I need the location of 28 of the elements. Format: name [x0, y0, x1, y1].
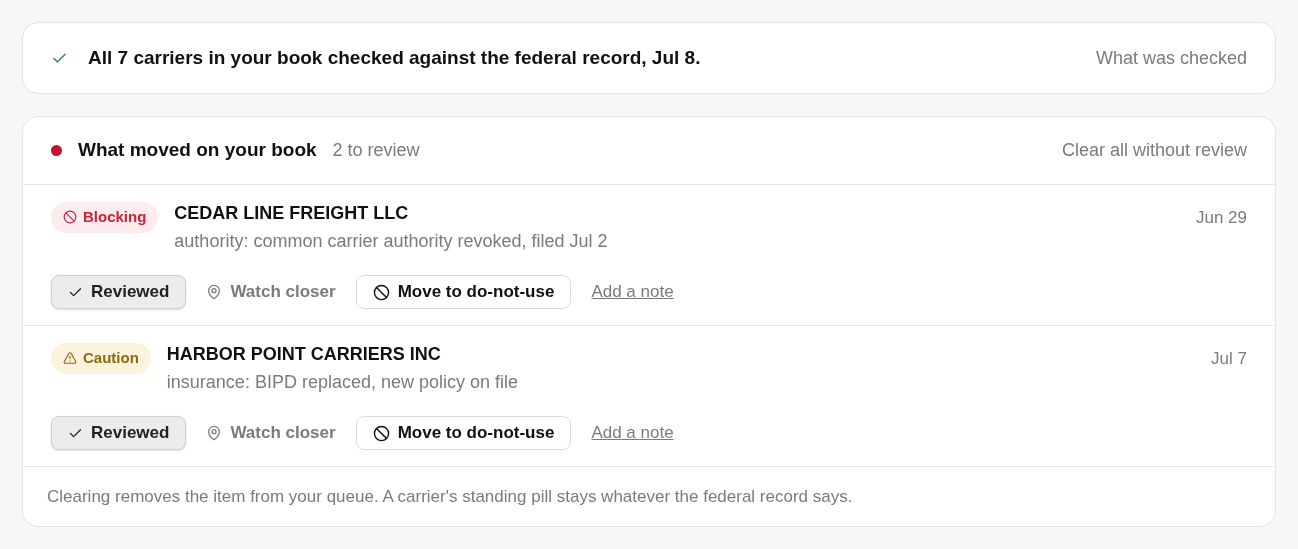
reviewed-button[interactable]: Reviewed [51, 416, 187, 450]
change-detail: authority: common carrier authority revoked, filed Jul 2 [174, 230, 609, 253]
section-title: What moved on your book [78, 138, 317, 163]
carrier-name: HARBOR POINT CARRIERS INC [166, 343, 442, 366]
review-count: 2 to review [332, 139, 420, 162]
severity-badge: Blocking [51, 202, 159, 233]
what-was-checked-link[interactable]: What was checked [1095, 44, 1247, 72]
add-note-link[interactable]: Add a note [591, 279, 674, 305]
watch-closer-button[interactable]: Watch closer [206, 420, 336, 446]
warning-icon [63, 351, 77, 366]
footer-note: Clearing removes the item from your queue. A carrier's standing pill stays whatever the federal record says. [47, 485, 853, 508]
no-entry-icon [372, 424, 390, 442]
move-to-do-not-use-button[interactable]: Move to do-not-use [355, 416, 572, 450]
location-pin-icon [206, 284, 223, 300]
add-note-link[interactable]: Add a note [591, 420, 674, 446]
no-entry-icon [372, 283, 390, 301]
change-date: Jun 29 [1195, 207, 1247, 229]
no-entry-icon [63, 210, 77, 225]
severity-badge: Caution [51, 343, 151, 374]
carrier-name: CEDAR LINE FREIGHT LLC [174, 202, 410, 225]
reviewed-button[interactable]: Reviewed [51, 275, 187, 309]
check-message: All 7 carriers in your book checked against the federal record, Jul 8. [88, 45, 701, 70]
clear-all-link[interactable]: Clear all without review [1061, 137, 1247, 164]
move-to-do-not-use-button[interactable]: Move to do-not-use [355, 275, 572, 309]
location-pin-icon [206, 425, 223, 441]
change-date: Jul 7 [1211, 348, 1247, 370]
change-detail: insurance: BIPD replaced, new policy on file [166, 371, 519, 394]
watch-closer-button[interactable]: Watch closer [206, 279, 336, 305]
